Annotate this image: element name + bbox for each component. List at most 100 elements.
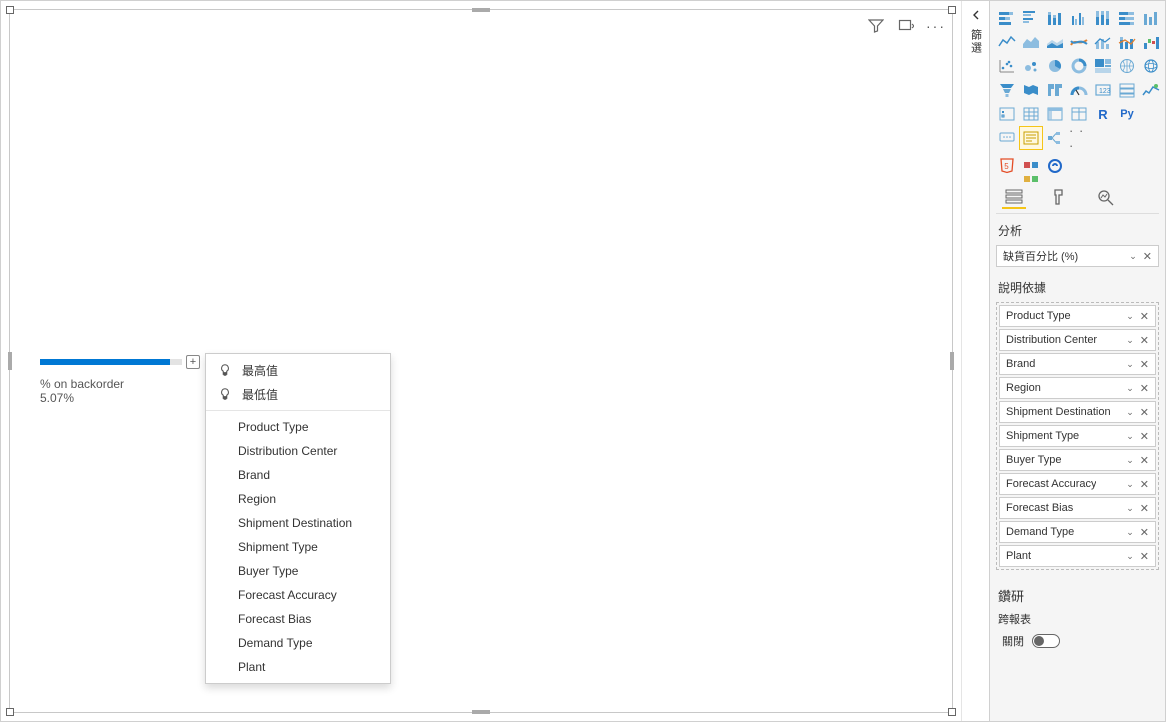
remove-field-icon[interactable]: ✕ [1140,526,1149,539]
field-well-item[interactable]: Buyer Type⌄✕ [999,449,1156,471]
tab-analytics[interactable] [1094,185,1118,209]
field-well-item[interactable]: Forecast Bias⌄✕ [999,497,1156,519]
viz-type-100-bar[interactable] [1116,7,1138,29]
remove-field-icon[interactable]: ✕ [1140,430,1149,443]
color-grid-visual-icon[interactable] [1022,157,1040,175]
remove-field-icon[interactable]: ✕ [1140,382,1149,395]
field-well-item[interactable]: Shipment Type⌄✕ [999,425,1156,447]
resize-handle-bottom-right[interactable] [948,708,956,716]
viz-type-kpi[interactable] [1140,79,1162,101]
resize-handle-bottom-left[interactable] [6,708,14,716]
resize-handle-middle-right[interactable] [950,352,954,370]
add-influencer-button[interactable]: + [186,355,200,369]
viz-type-filled-map[interactable] [1020,79,1042,101]
viz-type-treemap[interactable] [1092,55,1114,77]
tab-fields[interactable] [1002,185,1026,209]
menu-field-item[interactable]: Plant [206,655,390,679]
remove-field-icon[interactable]: ✕ [1140,334,1149,347]
field-well-item[interactable]: Region⌄✕ [999,377,1156,399]
remove-field-icon[interactable]: ✕ [1140,454,1149,467]
viz-type-clustered-bar[interactable] [1020,7,1042,29]
viz-type-slicer[interactable] [996,103,1018,125]
viz-type-scatter[interactable] [996,55,1018,77]
viz-type-clustered-col[interactable] [1068,7,1090,29]
viz-type-waterfall[interactable] [1140,31,1162,53]
field-well-item[interactable]: Shipment Destination⌄✕ [999,401,1156,423]
field-well-item[interactable]: Brand⌄✕ [999,353,1156,375]
viz-type-stacked-col[interactable] [1044,7,1066,29]
viz-type-donut[interactable] [1068,55,1090,77]
viz-type-multicard[interactable] [1116,79,1138,101]
viz-type-ribbon[interactable] [1068,31,1090,53]
menu-field-item[interactable]: Shipment Destination [206,511,390,535]
viz-type-narrative[interactable] [1020,127,1042,149]
viz-type-bubble[interactable] [1020,55,1042,77]
chevron-down-icon[interactable]: ⌄ [1126,311,1134,322]
resize-handle-bottom-center[interactable] [472,710,490,714]
filter-icon[interactable] [868,18,884,34]
chevron-down-icon[interactable]: ⌄ [1126,527,1134,538]
menu-field-item[interactable]: Forecast Accuracy [206,583,390,607]
viz-type-map[interactable] [1116,55,1138,77]
menu-field-item[interactable]: Distribution Center [206,439,390,463]
expand-chevron-icon[interactable] [970,9,982,21]
appsource-visual-icon[interactable] [1046,157,1064,175]
chevron-down-icon[interactable]: ⌄ [1129,251,1137,262]
resize-handle-middle-left[interactable] [8,352,12,370]
chevron-down-icon[interactable]: ⌄ [1126,431,1134,442]
menu-item-lowest[interactable]: 最低值 [206,382,390,406]
viz-type-r[interactable]: R [1092,103,1114,125]
viz-type-py[interactable]: Py [1116,103,1138,125]
resize-handle-top-right[interactable] [948,6,956,14]
viz-type-shape-map[interactable] [1044,79,1066,101]
cross-report-toggle[interactable] [1032,634,1060,648]
chevron-down-icon[interactable]: ⌄ [1126,551,1134,562]
viz-type-stacked-area[interactable] [1044,31,1066,53]
html5-visual-icon[interactable]: 5 [998,157,1016,175]
menu-field-item[interactable]: Forecast Bias [206,607,390,631]
field-well-item[interactable]: Demand Type⌄✕ [999,521,1156,543]
field-well-item[interactable]: Product Type⌄✕ [999,305,1156,327]
viz-type-line-col[interactable] [1092,31,1114,53]
menu-item-highest[interactable]: 最高值 [206,358,390,382]
field-well-item[interactable]: Distribution Center⌄✕ [999,329,1156,351]
viz-type-col-alt[interactable] [1140,7,1162,29]
chevron-down-icon[interactable]: ⌄ [1126,407,1134,418]
remove-field-icon[interactable]: ✕ [1140,478,1149,491]
filters-pane-collapsed[interactable]: 篩選 [961,1,989,721]
explain-by-field-group[interactable]: Product Type⌄✕ Distribution Center⌄✕ Bra… [996,302,1159,570]
more-options-icon[interactable]: ··· [928,18,944,34]
remove-field-icon[interactable]: ✕ [1140,310,1149,323]
menu-field-item[interactable]: Region [206,487,390,511]
tab-format[interactable] [1048,185,1072,209]
viz-type-card[interactable]: 123 [1092,79,1114,101]
remove-field-icon[interactable]: ✕ [1140,502,1149,515]
remove-field-icon[interactable]: ✕ [1140,406,1149,419]
viz-type-pie[interactable] [1044,55,1066,77]
viz-type-100-col[interactable] [1092,7,1114,29]
viz-type-table[interactable] [1020,103,1042,125]
viz-type-decomposition[interactable] [1044,127,1066,149]
viz-type-funnel[interactable] [996,79,1018,101]
menu-field-item[interactable]: Product Type [206,415,390,439]
field-well-item[interactable]: Plant⌄✕ [999,545,1156,567]
remove-field-icon[interactable]: ✕ [1143,250,1152,263]
menu-field-item[interactable]: Demand Type [206,631,390,655]
viz-type-line[interactable] [996,31,1018,53]
resize-handle-top-left[interactable] [6,6,14,14]
resize-handle-top-center[interactable] [472,8,490,12]
remove-field-icon[interactable]: ✕ [1140,358,1149,371]
focus-mode-icon[interactable] [898,18,914,34]
menu-field-item[interactable]: Buyer Type [206,559,390,583]
viz-type-line-col-stacked[interactable] [1116,31,1138,53]
viz-type-gauge[interactable] [1068,79,1090,101]
field-well-analyze[interactable]: 缺貨百分比 (%) ⌄ ✕ [996,245,1159,267]
chevron-down-icon[interactable]: ⌄ [1126,335,1134,346]
field-well-item[interactable]: Forecast Accuracy⌄✕ [999,473,1156,495]
viz-type-qa[interactable] [996,127,1018,149]
menu-field-item[interactable]: Brand [206,463,390,487]
viz-type-globe[interactable] [1140,55,1162,77]
menu-field-item[interactable]: Shipment Type [206,535,390,559]
chevron-down-icon[interactable]: ⌄ [1126,455,1134,466]
chevron-down-icon[interactable]: ⌄ [1126,479,1134,490]
